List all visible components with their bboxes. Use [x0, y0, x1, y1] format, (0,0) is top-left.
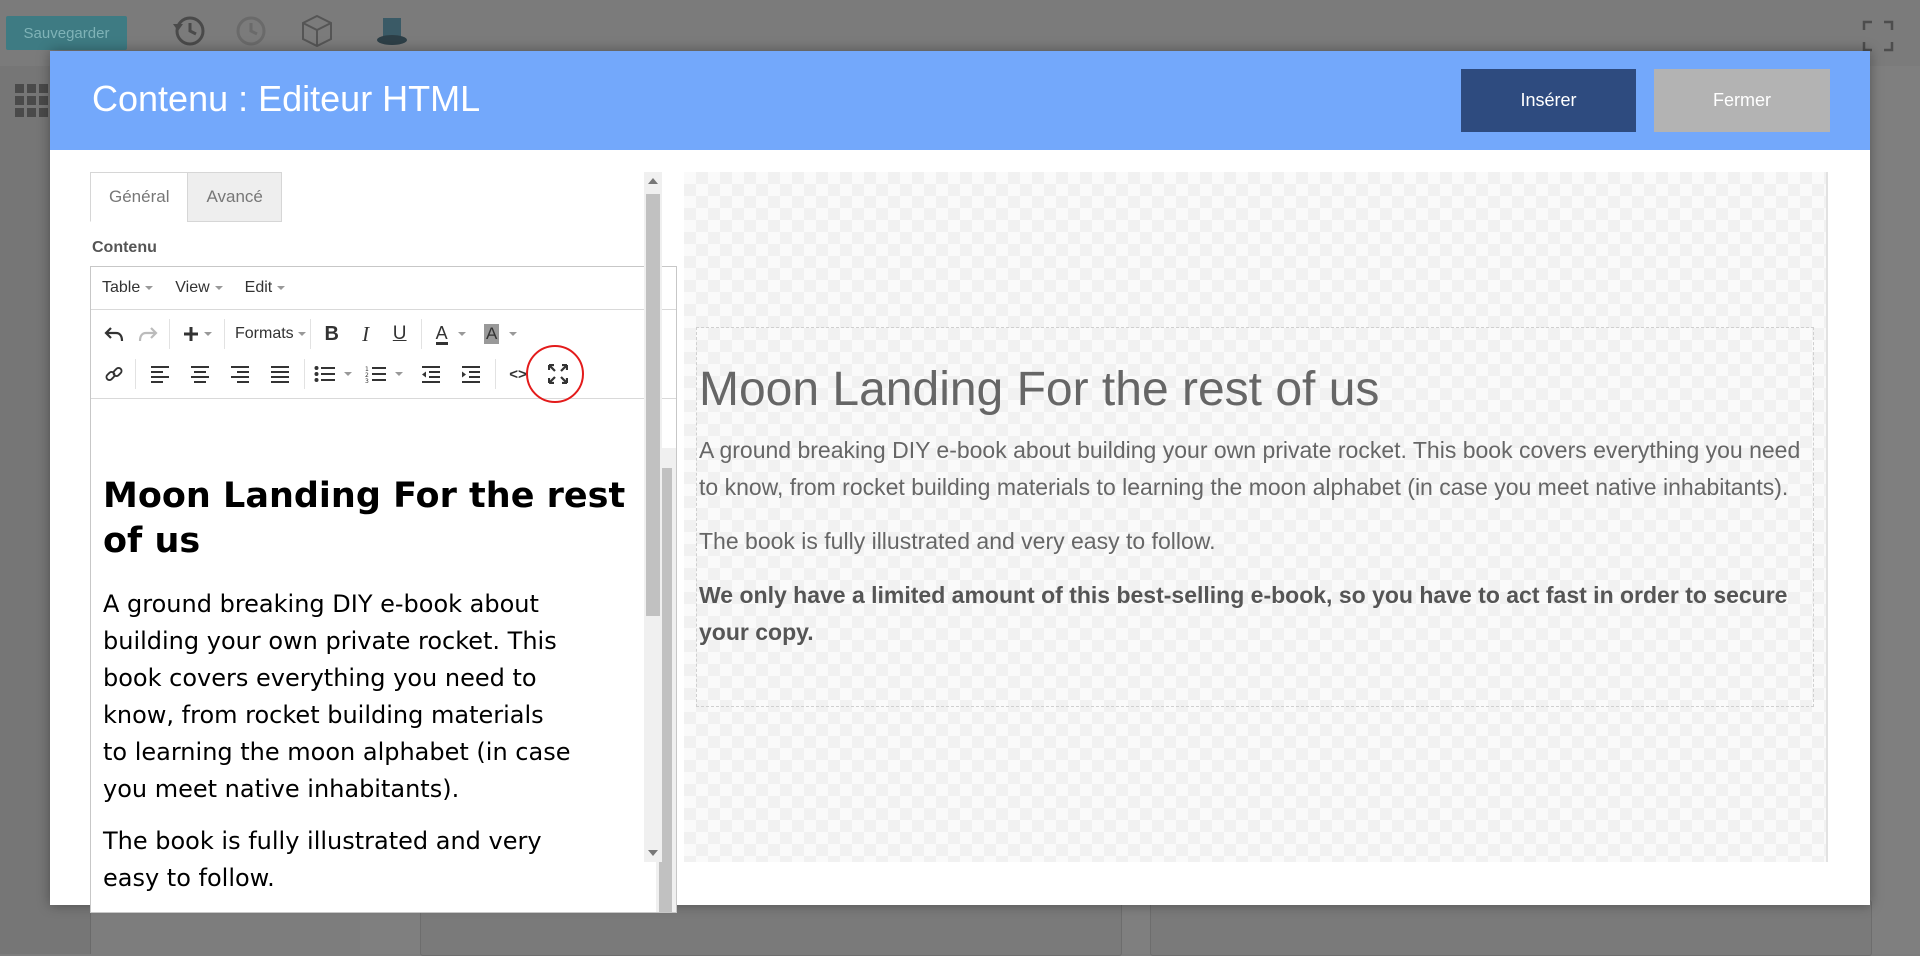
- menu-view-label: View: [175, 279, 210, 296]
- plus-icon: [184, 327, 198, 341]
- tab-advanced[interactable]: Avancé: [187, 172, 282, 222]
- link-icon: [105, 367, 123, 381]
- highlight-circle: [526, 345, 584, 403]
- chevron-down-icon: [145, 286, 154, 290]
- indent-icon: [462, 366, 480, 383]
- menu-edit-label: Edit: [244, 279, 273, 296]
- content-label: Contenu: [92, 239, 157, 256]
- toolbar-separator: [224, 319, 225, 349]
- left-column-scrollbar[interactable]: [644, 172, 662, 862]
- bullet-list-button[interactable]: [309, 357, 357, 391]
- cube-icon: [302, 14, 332, 48]
- numbered-list-icon: 123: [365, 366, 386, 383]
- background-color-button[interactable]: A: [476, 317, 526, 351]
- background-color-icon: A: [484, 324, 500, 344]
- outdent-icon: [422, 366, 440, 383]
- preview-block[interactable]: Moon Landing For the rest of us A ground…: [696, 327, 1814, 707]
- toolbar-separator: [169, 319, 170, 349]
- content-preview: Moon Landing For the rest of us A ground…: [684, 172, 1828, 862]
- rich-text-editor: Table View Edit Formats B I U A A 1 2 3 …: [90, 266, 677, 913]
- redo-button[interactable]: [131, 317, 165, 351]
- align-justify-button[interactable]: [260, 357, 300, 391]
- preview-heading: Moon Landing For the rest of us: [699, 363, 1380, 416]
- tab-general[interactable]: Général: [90, 172, 189, 222]
- chevron-down-icon: [344, 372, 352, 376]
- formats-label: Formats: [235, 325, 294, 342]
- text-color-icon: A: [435, 322, 448, 345]
- menu-table[interactable]: Table: [102, 279, 154, 297]
- chevron-down-icon: [457, 332, 466, 336]
- chevron-down-icon: [277, 286, 286, 290]
- bold-button[interactable]: B: [315, 317, 349, 351]
- preview-paragraph: The book is fully illustrated and very e…: [699, 528, 1216, 554]
- numbered-list-button[interactable]: 123: [357, 357, 411, 391]
- align-justify-icon: [271, 366, 289, 383]
- toolbar-separator: [135, 359, 136, 389]
- fullscreen-button[interactable]: [526, 345, 584, 403]
- chevron-down-icon: [204, 332, 212, 336]
- align-center-icon: [191, 366, 209, 383]
- text-color-button[interactable]: A: [426, 317, 476, 351]
- chevron-down-icon: [509, 332, 518, 336]
- menu-view[interactable]: View: [175, 279, 223, 297]
- svg-text:3: 3: [365, 378, 369, 383]
- toolbar-separator: [304, 359, 305, 389]
- editor-content-area[interactable]: Moon Landing For the rest of us A ground…: [91, 448, 651, 912]
- apps-grid-icon: [15, 84, 48, 117]
- formats-dropdown[interactable]: Formats: [229, 317, 306, 351]
- align-left-icon: [151, 366, 169, 383]
- link-button[interactable]: [97, 357, 131, 391]
- align-left-button[interactable]: [140, 357, 180, 391]
- history-undo-icon: [173, 16, 205, 46]
- toolbar-separator: [309, 319, 311, 349]
- align-right-icon: [231, 366, 249, 383]
- history-redo-icon: [236, 16, 266, 46]
- editor-tabs: Général Avancé: [90, 172, 282, 222]
- align-center-button[interactable]: [180, 357, 220, 391]
- editor-heading: Moon Landing For the rest of us: [103, 476, 626, 561]
- chevron-down-icon: [297, 332, 306, 336]
- toolbar-row-1: Formats B I U A A: [97, 314, 672, 354]
- modal-title: Contenu : Editeur HTML: [92, 78, 481, 119]
- undo-icon: [104, 327, 124, 342]
- menu-edit[interactable]: Edit: [245, 279, 286, 297]
- toolbar-separator: [495, 359, 496, 389]
- magic-hat-icon: [377, 18, 407, 45]
- chevron-down-icon: [214, 286, 223, 290]
- editor-menubar: Table View Edit: [91, 267, 676, 310]
- chevron-down-icon: [395, 372, 403, 376]
- background-card: [1150, 900, 1872, 956]
- html-editor-modal: Contenu : Editeur HTML Insérer Fermer Gé…: [50, 51, 1870, 913]
- scroll-down-icon[interactable]: [648, 850, 658, 856]
- toolbar-row-2: 123 <>: [97, 345, 672, 403]
- preview-paragraph-bold: We only have a limited amount of this be…: [699, 582, 1788, 645]
- menu-table-label: Table: [102, 279, 141, 296]
- left-column-scrollbar-thumb[interactable]: [646, 194, 660, 616]
- italic-button[interactable]: I: [349, 317, 383, 351]
- align-right-button[interactable]: [220, 357, 260, 391]
- undo-button[interactable]: [97, 317, 131, 351]
- outdent-button[interactable]: [411, 357, 451, 391]
- underline-button[interactable]: U: [383, 317, 417, 351]
- toolbar-separator: [420, 319, 422, 349]
- redo-icon: [138, 327, 158, 342]
- insert-menu-button[interactable]: [174, 317, 220, 351]
- scroll-up-icon[interactable]: [648, 178, 658, 184]
- insert-button[interactable]: Insérer: [1461, 69, 1636, 132]
- bullet-list-icon: [314, 366, 335, 382]
- editor-paragraph: The book is fully illustrated and very e…: [103, 827, 542, 892]
- background-save-button: Sauvegarder: [6, 16, 127, 50]
- modal-header: Contenu : Editeur HTML Insérer Fermer: [50, 51, 1870, 150]
- editor-toolbar: Formats B I U A A 1 2 3 <>: [91, 310, 676, 403]
- close-button[interactable]: Fermer: [1654, 69, 1830, 132]
- indent-button[interactable]: [451, 357, 491, 391]
- editor-paragraph: A ground breaking DIY e-book about build…: [103, 590, 571, 803]
- preview-paragraph: A ground breaking DIY e-book about build…: [699, 437, 1801, 500]
- fullscreen-icon: [1862, 20, 1894, 52]
